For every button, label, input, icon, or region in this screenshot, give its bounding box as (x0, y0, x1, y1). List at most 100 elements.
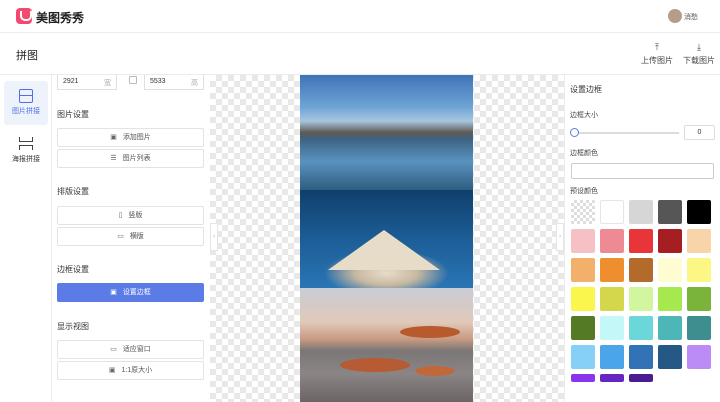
actual-size-label: 1:1原大小 (121, 367, 153, 374)
color-swatch[interactable] (629, 345, 653, 369)
border-size-label: 边框大小 (570, 112, 598, 119)
color-swatch[interactable] (658, 229, 682, 253)
width-value: 2921 (63, 78, 79, 85)
rock (340, 358, 410, 372)
color-swatch[interactable] (629, 374, 653, 382)
set-border-label: 设置边框 (122, 289, 151, 296)
add-image-label: 添加图片 (122, 134, 151, 141)
image-list-button[interactable]: ☰ 图片列表 (57, 149, 204, 168)
color-swatch[interactable] (571, 316, 595, 340)
height-unit: 高 (191, 80, 198, 87)
color-swatch[interactable] (600, 229, 624, 253)
color-swatch[interactable] (600, 316, 624, 340)
download-image-label: 下载图片 (683, 56, 715, 65)
actual-size-icon: ▣ (108, 367, 116, 374)
color-swatch[interactable] (687, 200, 711, 224)
color-swatch[interactable] (571, 287, 595, 311)
color-swatch[interactable] (571, 345, 595, 369)
border-color-label: 边框颜色 (570, 150, 598, 157)
image-settings-title: 图片设置 (57, 110, 89, 119)
upload-image-label: 上传图片 (641, 56, 673, 65)
color-swatch[interactable] (658, 200, 682, 224)
height-input[interactable]: 5533 高 (144, 75, 204, 90)
list-icon: ☰ (110, 155, 117, 162)
sub-header: 拼图 ⤒ 上传图片 ⤓ 下载图片 (0, 33, 720, 75)
color-swatch[interactable] (658, 345, 682, 369)
color-swatch[interactable] (687, 287, 711, 311)
rock (400, 326, 460, 338)
nav-item-poster-stitch[interactable]: 海报拼接 (4, 129, 48, 173)
width-unit: 宽 (104, 80, 111, 87)
upload-image-button[interactable]: ⤒ 上传图片 (639, 41, 675, 66)
color-swatch[interactable] (571, 200, 595, 224)
user-avatar[interactable] (668, 9, 682, 23)
collapse-right-handle[interactable]: › (556, 223, 564, 251)
color-swatch[interactable] (629, 316, 653, 340)
border-icon: ▣ (110, 289, 117, 296)
left-nav: 图片拼接 海报拼接 (0, 75, 52, 402)
nav-item-label: 海报拼接 (12, 156, 40, 163)
color-swatch[interactable] (571, 229, 595, 253)
download-image-button[interactable]: ⤓ 下载图片 (681, 41, 717, 66)
color-swatch[interactable] (658, 316, 682, 340)
collage-photo-coast[interactable] (300, 288, 473, 402)
vertical-layout-icon: ▯ (118, 212, 123, 219)
height-value: 5533 (150, 78, 166, 85)
volcano-shape (328, 230, 440, 270)
color-swatch[interactable] (571, 258, 595, 282)
color-swatch[interactable] (687, 258, 711, 282)
vertical-layout-button[interactable]: ▯ 竖版 (57, 206, 204, 225)
upload-icon: ⤒ (655, 42, 659, 52)
preset-colors-label: 预设颜色 (570, 188, 598, 195)
color-swatch[interactable] (600, 200, 624, 224)
color-swatch[interactable] (600, 258, 624, 282)
width-input[interactable]: 2921 宽 (57, 75, 117, 90)
download-icon: ⤓ (697, 42, 701, 52)
image-icon: ▣ (110, 134, 117, 141)
fit-window-label: 适应窗口 (122, 346, 151, 353)
vertical-layout-label: 竖版 (128, 212, 143, 219)
collapse-left-handle[interactable]: ‹ (210, 223, 218, 251)
nav-item-image-stitch[interactable]: 图片拼接 (4, 81, 48, 125)
top-bar: 美图秀秀 消愁 (0, 0, 720, 33)
add-image-button[interactable]: ▣ 添加图片 (57, 128, 204, 147)
actual-size-button[interactable]: ▣ 1:1原大小 (57, 361, 204, 380)
settings-panel: 2921 宽 5533 高 图片设置 ▣ 添加图片 ☰ 图片列表 排版设置 ▯ 竖版 … (52, 75, 210, 402)
border-size-slider-track[interactable] (575, 132, 679, 134)
color-swatch[interactable] (571, 374, 595, 382)
collage-canvas[interactable]: ‹ › (210, 75, 564, 402)
set-border-button[interactable]: ▣ 设置边框 (57, 283, 204, 302)
color-swatch[interactable] (600, 345, 624, 369)
color-swatch[interactable] (629, 287, 653, 311)
collage-photo-lake-mountains[interactable] (300, 75, 473, 190)
horizontal-layout-button[interactable]: ▭ 横版 (57, 227, 204, 246)
horizontal-layout-label: 横版 (129, 233, 144, 240)
collage-photo-volcano[interactable] (300, 190, 473, 288)
meitu-logo-icon[interactable] (16, 8, 32, 24)
border-size-input[interactable]: 0 (684, 125, 715, 140)
fit-window-button[interactable]: ▭ 适应窗口 (57, 340, 204, 359)
horizontal-layout-icon: ▭ (117, 233, 124, 240)
lock-ratio-icon[interactable] (129, 76, 137, 84)
color-swatch[interactable] (687, 345, 711, 369)
border-color-input[interactable] (571, 163, 714, 179)
brand-name[interactable]: 美图秀秀 (36, 9, 84, 26)
border-settings-title: 边框设置 (57, 265, 89, 274)
color-swatch[interactable] (658, 287, 682, 311)
color-swatch[interactable] (629, 258, 653, 282)
username[interactable]: 消愁 (684, 12, 698, 22)
color-swatch[interactable] (687, 229, 711, 253)
size-row: 2921 宽 5533 高 (57, 75, 204, 90)
poster-stitch-icon (19, 137, 33, 151)
color-swatch[interactable] (600, 374, 624, 382)
border-size-slider-thumb[interactable] (570, 128, 579, 137)
color-swatch[interactable] (687, 316, 711, 340)
color-swatch[interactable] (629, 200, 653, 224)
color-swatch[interactable] (629, 229, 653, 253)
layout-settings-title: 排版设置 (57, 187, 89, 196)
color-swatch[interactable] (658, 258, 682, 282)
fit-window-icon: ▭ (110, 346, 117, 353)
image-list-label: 图片列表 (122, 155, 151, 162)
color-swatch[interactable] (600, 287, 624, 311)
border-settings-panel: 设置边框 边框大小 0 边框颜色 预设颜色 (564, 75, 720, 402)
